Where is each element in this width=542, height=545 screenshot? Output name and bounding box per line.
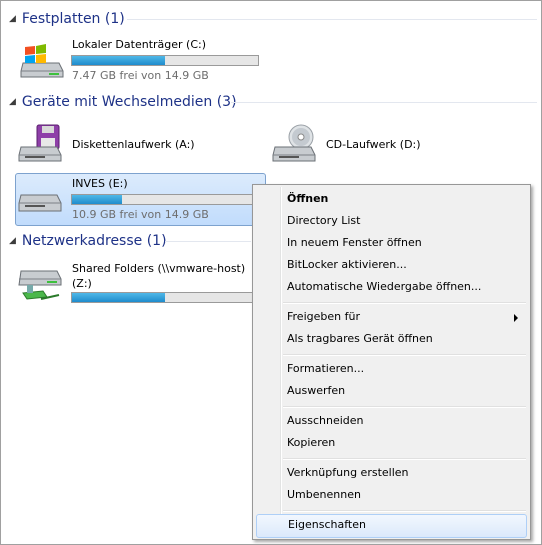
- menu-item-directory-list[interactable]: Directory List: [255, 210, 528, 232]
- menu-item-eject[interactable]: Auswerfen: [255, 380, 528, 402]
- explorer-content-pane: ◢ Festplatten (1) Lokaler Datenträger (C…: [0, 0, 542, 545]
- drive-usage-bar: [71, 55, 259, 66]
- drive-name-line2: (Z:): [72, 277, 92, 290]
- menu-item-label: Umbenennen: [287, 488, 361, 501]
- removable-drive-icon: [17, 183, 65, 223]
- drive-usage-fill: [72, 195, 123, 204]
- menu-item-open-new-window[interactable]: In neuem Fenster öffnen: [255, 232, 528, 254]
- menu-item-create-shortcut[interactable]: Verknüpfung erstellen: [255, 462, 528, 484]
- menu-item-label: Verknüpfung erstellen: [287, 466, 409, 479]
- collapse-icon[interactable]: ◢: [9, 14, 16, 24]
- drive-name: Diskettenlaufwerk (A:): [72, 138, 195, 151]
- menu-item-label: Formatieren...: [287, 362, 365, 375]
- menu-item-label: Automatische Wiedergabe öffnen...: [287, 280, 482, 293]
- drive-usb-e[interactable]: INVES (E:) 10.9 GB frei von 14.9 GB: [15, 173, 265, 225]
- group-divider: [165, 241, 251, 242]
- group-divider: [231, 102, 537, 103]
- drive-network-z[interactable]: Shared Folders (\\vmware-host) (Z:): [15, 259, 259, 311]
- submenu-arrow-icon: [514, 314, 518, 322]
- floppy-drive-icon: [17, 123, 65, 169]
- menu-item-label: Öffnen: [287, 192, 329, 205]
- menu-item-label: In neuem Fenster öffnen: [287, 236, 422, 249]
- group-header-wechselmedien[interactable]: ◢ Geräte mit Wechselmedien (3): [9, 92, 237, 112]
- menu-item-open[interactable]: Öffnen: [255, 188, 528, 210]
- context-menu: Öffnen Directory List In neuem Fenster ö…: [252, 184, 531, 540]
- drive-free-space: 10.9 GB frei von 14.9 GB: [72, 208, 209, 221]
- drive-name: Lokaler Datenträger (C:): [72, 38, 207, 51]
- menu-separator: [283, 458, 526, 460]
- menu-item-autoplay[interactable]: Automatische Wiedergabe öffnen...: [255, 276, 528, 298]
- menu-item-format[interactable]: Formatieren...: [255, 358, 528, 380]
- group-header-festplatten[interactable]: ◢ Festplatten (1): [9, 9, 125, 29]
- collapse-icon[interactable]: ◢: [9, 236, 16, 246]
- menu-item-label: Ausschneiden: [287, 414, 364, 427]
- menu-separator: [283, 354, 526, 356]
- menu-item-label: BitLocker aktivieren...: [287, 258, 407, 271]
- menu-item-label: Eigenschaften: [288, 518, 366, 531]
- menu-item-label: Directory List: [287, 214, 361, 227]
- menu-item-label: Freigeben für: [287, 310, 360, 323]
- drive-usage-fill: [72, 293, 165, 302]
- drive-name-line1: Shared Folders (\\vmware-host): [72, 262, 246, 275]
- menu-item-rename[interactable]: Umbenennen: [255, 484, 528, 506]
- group-header-netzwerkadresse[interactable]: ◢ Netzwerkadresse (1): [9, 231, 167, 251]
- cd-drive-icon: [271, 123, 319, 169]
- menu-item-label: Als tragbares Gerät öffnen: [287, 332, 433, 345]
- menu-item-copy[interactable]: Kopieren: [255, 432, 528, 454]
- group-title: Geräte mit Wechselmedien (3): [21, 94, 237, 110]
- menu-item-share-with[interactable]: Freigeben für: [255, 306, 528, 328]
- menu-separator: [283, 406, 526, 408]
- drive-local-c[interactable]: Lokaler Datenträger (C:) 7.47 GB frei vo…: [15, 35, 275, 85]
- menu-item-label: Auswerfen: [287, 384, 346, 397]
- drive-name: CD-Laufwerk (D:): [326, 138, 421, 151]
- group-title: Netzwerkadresse (1): [21, 233, 167, 249]
- drive-usage-bar: [71, 194, 259, 205]
- menu-separator: [283, 302, 526, 304]
- drive-cd-d[interactable]: CD-Laufwerk (D:): [269, 119, 509, 167]
- menu-item-bitlocker[interactable]: BitLocker aktivieren...: [255, 254, 528, 276]
- network-drive-icon: [17, 265, 65, 311]
- menu-item-properties[interactable]: Eigenschaften: [256, 514, 527, 538]
- drive-free-space: 7.47 GB frei von 14.9 GB: [72, 69, 209, 82]
- drive-name: INVES (E:): [72, 177, 128, 190]
- group-divider: [127, 19, 537, 20]
- collapse-icon[interactable]: ◢: [9, 97, 16, 107]
- menu-item-label: Kopieren: [287, 436, 336, 449]
- drive-usage-fill: [72, 56, 165, 65]
- drive-floppy-a[interactable]: Diskettenlaufwerk (A:): [15, 119, 255, 167]
- group-title: Festplatten (1): [21, 11, 125, 27]
- drive-usage-bar: [71, 292, 259, 303]
- hard-drive-windows-icon: [19, 41, 65, 85]
- menu-separator: [283, 510, 526, 512]
- menu-item-cut[interactable]: Ausschneiden: [255, 410, 528, 432]
- menu-item-open-portable[interactable]: Als tragbares Gerät öffnen: [255, 328, 528, 350]
